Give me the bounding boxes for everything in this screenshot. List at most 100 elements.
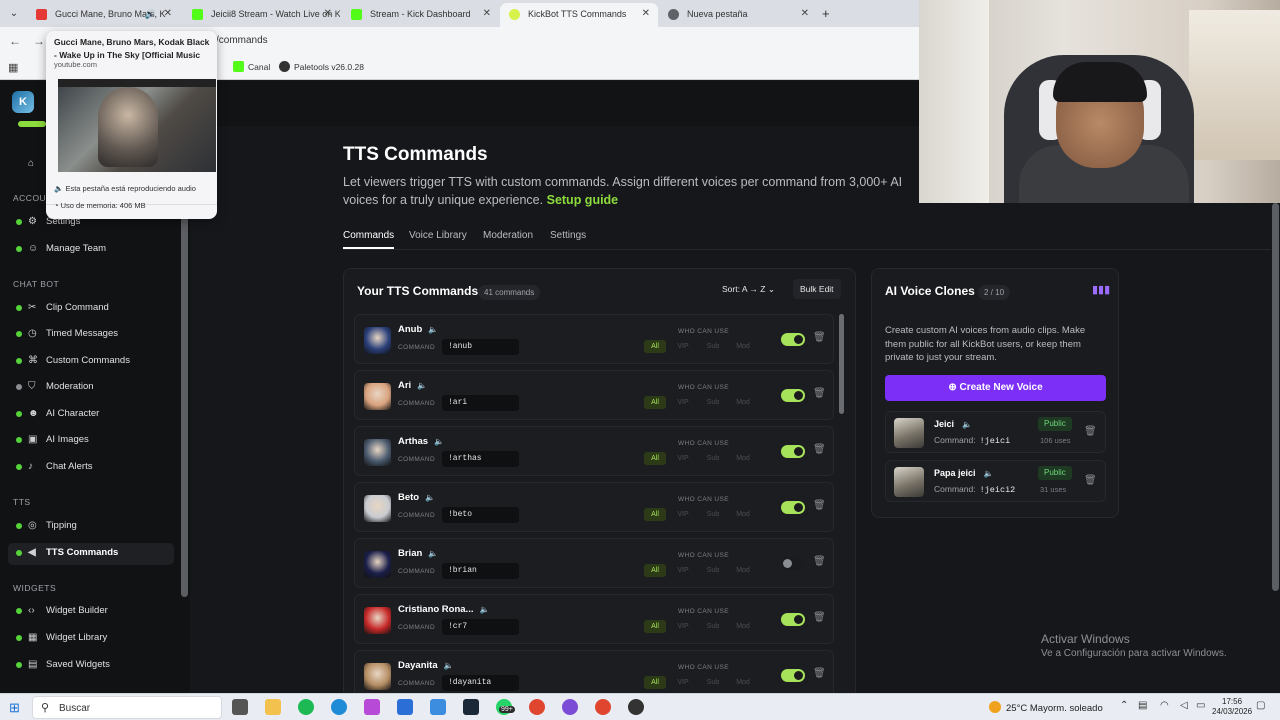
chevron-up-icon[interactable]: ⌃ [1120,700,1128,711]
sidebar-item-widget-library[interactable]: ▦ Widget Library [16,628,107,648]
speaker-icon[interactable]: 🔊 [145,3,156,25]
role-chip-vip[interactable]: VIP [672,396,694,409]
trash-icon[interactable]: 🗑 [813,388,826,399]
role-chip-mod[interactable]: Mod [732,620,754,633]
role-chip-all[interactable]: All [644,396,666,409]
trash-icon[interactable]: 🗑 [1084,426,1097,437]
speaker-icon[interactable]: 🔈 [428,549,438,558]
sidebar-item-ai-images[interactable]: ▣ AI Images [16,430,89,450]
file-explorer-icon[interactable] [265,699,281,715]
role-chip-sub[interactable]: Sub [702,452,724,465]
sidebar-item-saved-widgets[interactable]: ▤ Saved Widgets [16,655,110,675]
enabled-toggle[interactable] [781,389,805,402]
role-chip-vip[interactable]: VIP [672,508,694,521]
home-icon[interactable]: ⌂ [20,154,34,174]
close-icon[interactable]: ✕ [483,3,491,25]
enabled-toggle[interactable] [781,557,805,570]
role-chip-sub[interactable]: Sub [702,396,724,409]
app-icon[interactable] [628,699,644,715]
role-chip-mod[interactable]: Mod [732,676,754,689]
role-chip-vip[interactable]: VIP [672,564,694,577]
close-icon[interactable]: ✕ [164,3,172,25]
browser-tab-new[interactable]: Nueva pestaña ✕ [659,3,817,27]
steam-icon[interactable] [463,699,479,715]
sidebar-item-manage-team[interactable]: ☺ Manage Team [16,239,106,259]
speaker-icon[interactable]: 🔈 [444,661,454,670]
weather-widget[interactable]: 25°C Mayorm. soleado [989,701,1103,714]
role-chip-all[interactable]: All [644,676,666,689]
commands-list-scrollbar[interactable] [839,314,844,414]
role-chip-sub[interactable]: Sub [702,508,724,521]
forward-arrow-icon[interactable]: → [33,34,45,48]
clock[interactable]: 17:56 24/03/2026 [1212,697,1252,717]
windows-start-icon[interactable]: ⊞ [9,700,20,716]
trash-icon[interactable]: 🗑 [813,500,826,511]
sidebar-item-timed-messages[interactable]: ◷ Timed Messages [16,324,118,344]
tab-search-chevron-icon[interactable]: ⌄ [6,6,22,22]
taskbar-search[interactable]: ⚲ Buscar [32,696,222,719]
command-input[interactable]: !anub [442,339,519,355]
obs-icon[interactable] [562,699,578,715]
speaker-icon[interactable]: 🔈 [479,605,489,614]
kickbot-logo[interactable]: K [12,91,34,113]
enabled-toggle[interactable] [781,333,805,346]
wifi-icon[interactable]: ◠ [1160,700,1169,711]
trash-icon[interactable]: 🗑 [813,556,826,567]
sidebar-item-clip-command[interactable]: ✂ Clip Command [16,298,109,318]
command-input[interactable]: !beto [442,507,519,523]
role-chip-mod[interactable]: Mod [732,396,754,409]
trash-icon[interactable]: 🗑 [1084,475,1097,486]
sidebar-item-tipping[interactable]: ◎ Tipping [16,516,77,536]
role-chip-mod[interactable]: Mod [732,508,754,521]
role-chip-vip[interactable]: VIP [672,452,694,465]
tab-moderation[interactable]: Moderation [483,230,533,241]
speaker-icon[interactable]: 🔈 [984,469,994,478]
role-chip-mod[interactable]: Mod [732,340,754,353]
enabled-toggle[interactable] [781,501,805,514]
speaker-icon[interactable]: 🔈 [428,325,438,334]
role-chip-all[interactable]: All [644,340,666,353]
role-chip-sub[interactable]: Sub [702,340,724,353]
browser-tab-kickbot[interactable]: KickBot TTS Commands ✕ [500,3,658,27]
sidebar-item-widget-builder[interactable]: ‹› Widget Builder [16,601,108,621]
speaker-icon[interactable]: 🔈 [434,437,444,446]
sort-dropdown[interactable]: Sort: A → Z ⌄ [714,279,783,299]
role-chip-sub[interactable]: Sub [702,676,724,689]
role-chip-all[interactable]: All [644,564,666,577]
new-tab-plus-icon[interactable]: + [822,6,830,21]
speaker-icon[interactable]: 🔈 [425,493,435,502]
chrome-icon[interactable] [529,699,545,715]
public-badge[interactable]: Public [1038,417,1072,431]
enabled-toggle[interactable] [781,669,805,682]
battery-icon[interactable]: ▭ [1196,700,1205,711]
command-input[interactable]: !cr7 [442,619,519,635]
task-view-icon[interactable] [232,699,248,715]
create-new-voice-button[interactable]: ⊕ Create New Voice [885,375,1106,401]
enabled-toggle[interactable] [781,445,805,458]
trash-icon[interactable]: 🗑 [813,444,826,455]
command-input[interactable]: !brian [442,563,519,579]
role-chip-vip[interactable]: VIP [672,340,694,353]
trash-icon[interactable]: 🗑 [813,612,826,623]
speaker-icon[interactable]: 🔈 [962,420,972,429]
address-bar[interactable]: /commands [216,35,268,46]
close-icon[interactable]: ✕ [324,3,332,25]
bookmark-canal[interactable]: Canal [233,61,270,72]
role-chip-mod[interactable]: Mod [732,564,754,577]
close-icon[interactable]: ✕ [801,3,809,25]
command-input[interactable]: !arthas [442,451,519,467]
enabled-toggle[interactable] [781,613,805,626]
role-chip-sub[interactable]: Sub [702,564,724,577]
tab-voice-library[interactable]: Voice Library [409,230,467,241]
edge-icon[interactable] [331,699,347,715]
command-input[interactable]: !ari [442,395,519,411]
tab-settings[interactable]: Settings [550,230,586,241]
role-chip-vip[interactable]: VIP [672,620,694,633]
role-chip-all[interactable]: All [644,508,666,521]
public-badge[interactable]: Public [1038,466,1072,480]
browser-tab-kick-dashboard[interactable]: Stream - Kick Dashboard ✕ [342,3,499,27]
bulk-edit-button[interactable]: Bulk Edit [793,279,841,299]
sidebar-item-custom-commands[interactable]: ⌘ Custom Commands [16,351,130,371]
browser-tab-youtube[interactable]: Gucci Mane, Bruno Mars, K 🔊 ✕ [27,3,180,27]
sidebar-item-tts-commands[interactable]: ◀ TTS Commands [16,543,118,563]
